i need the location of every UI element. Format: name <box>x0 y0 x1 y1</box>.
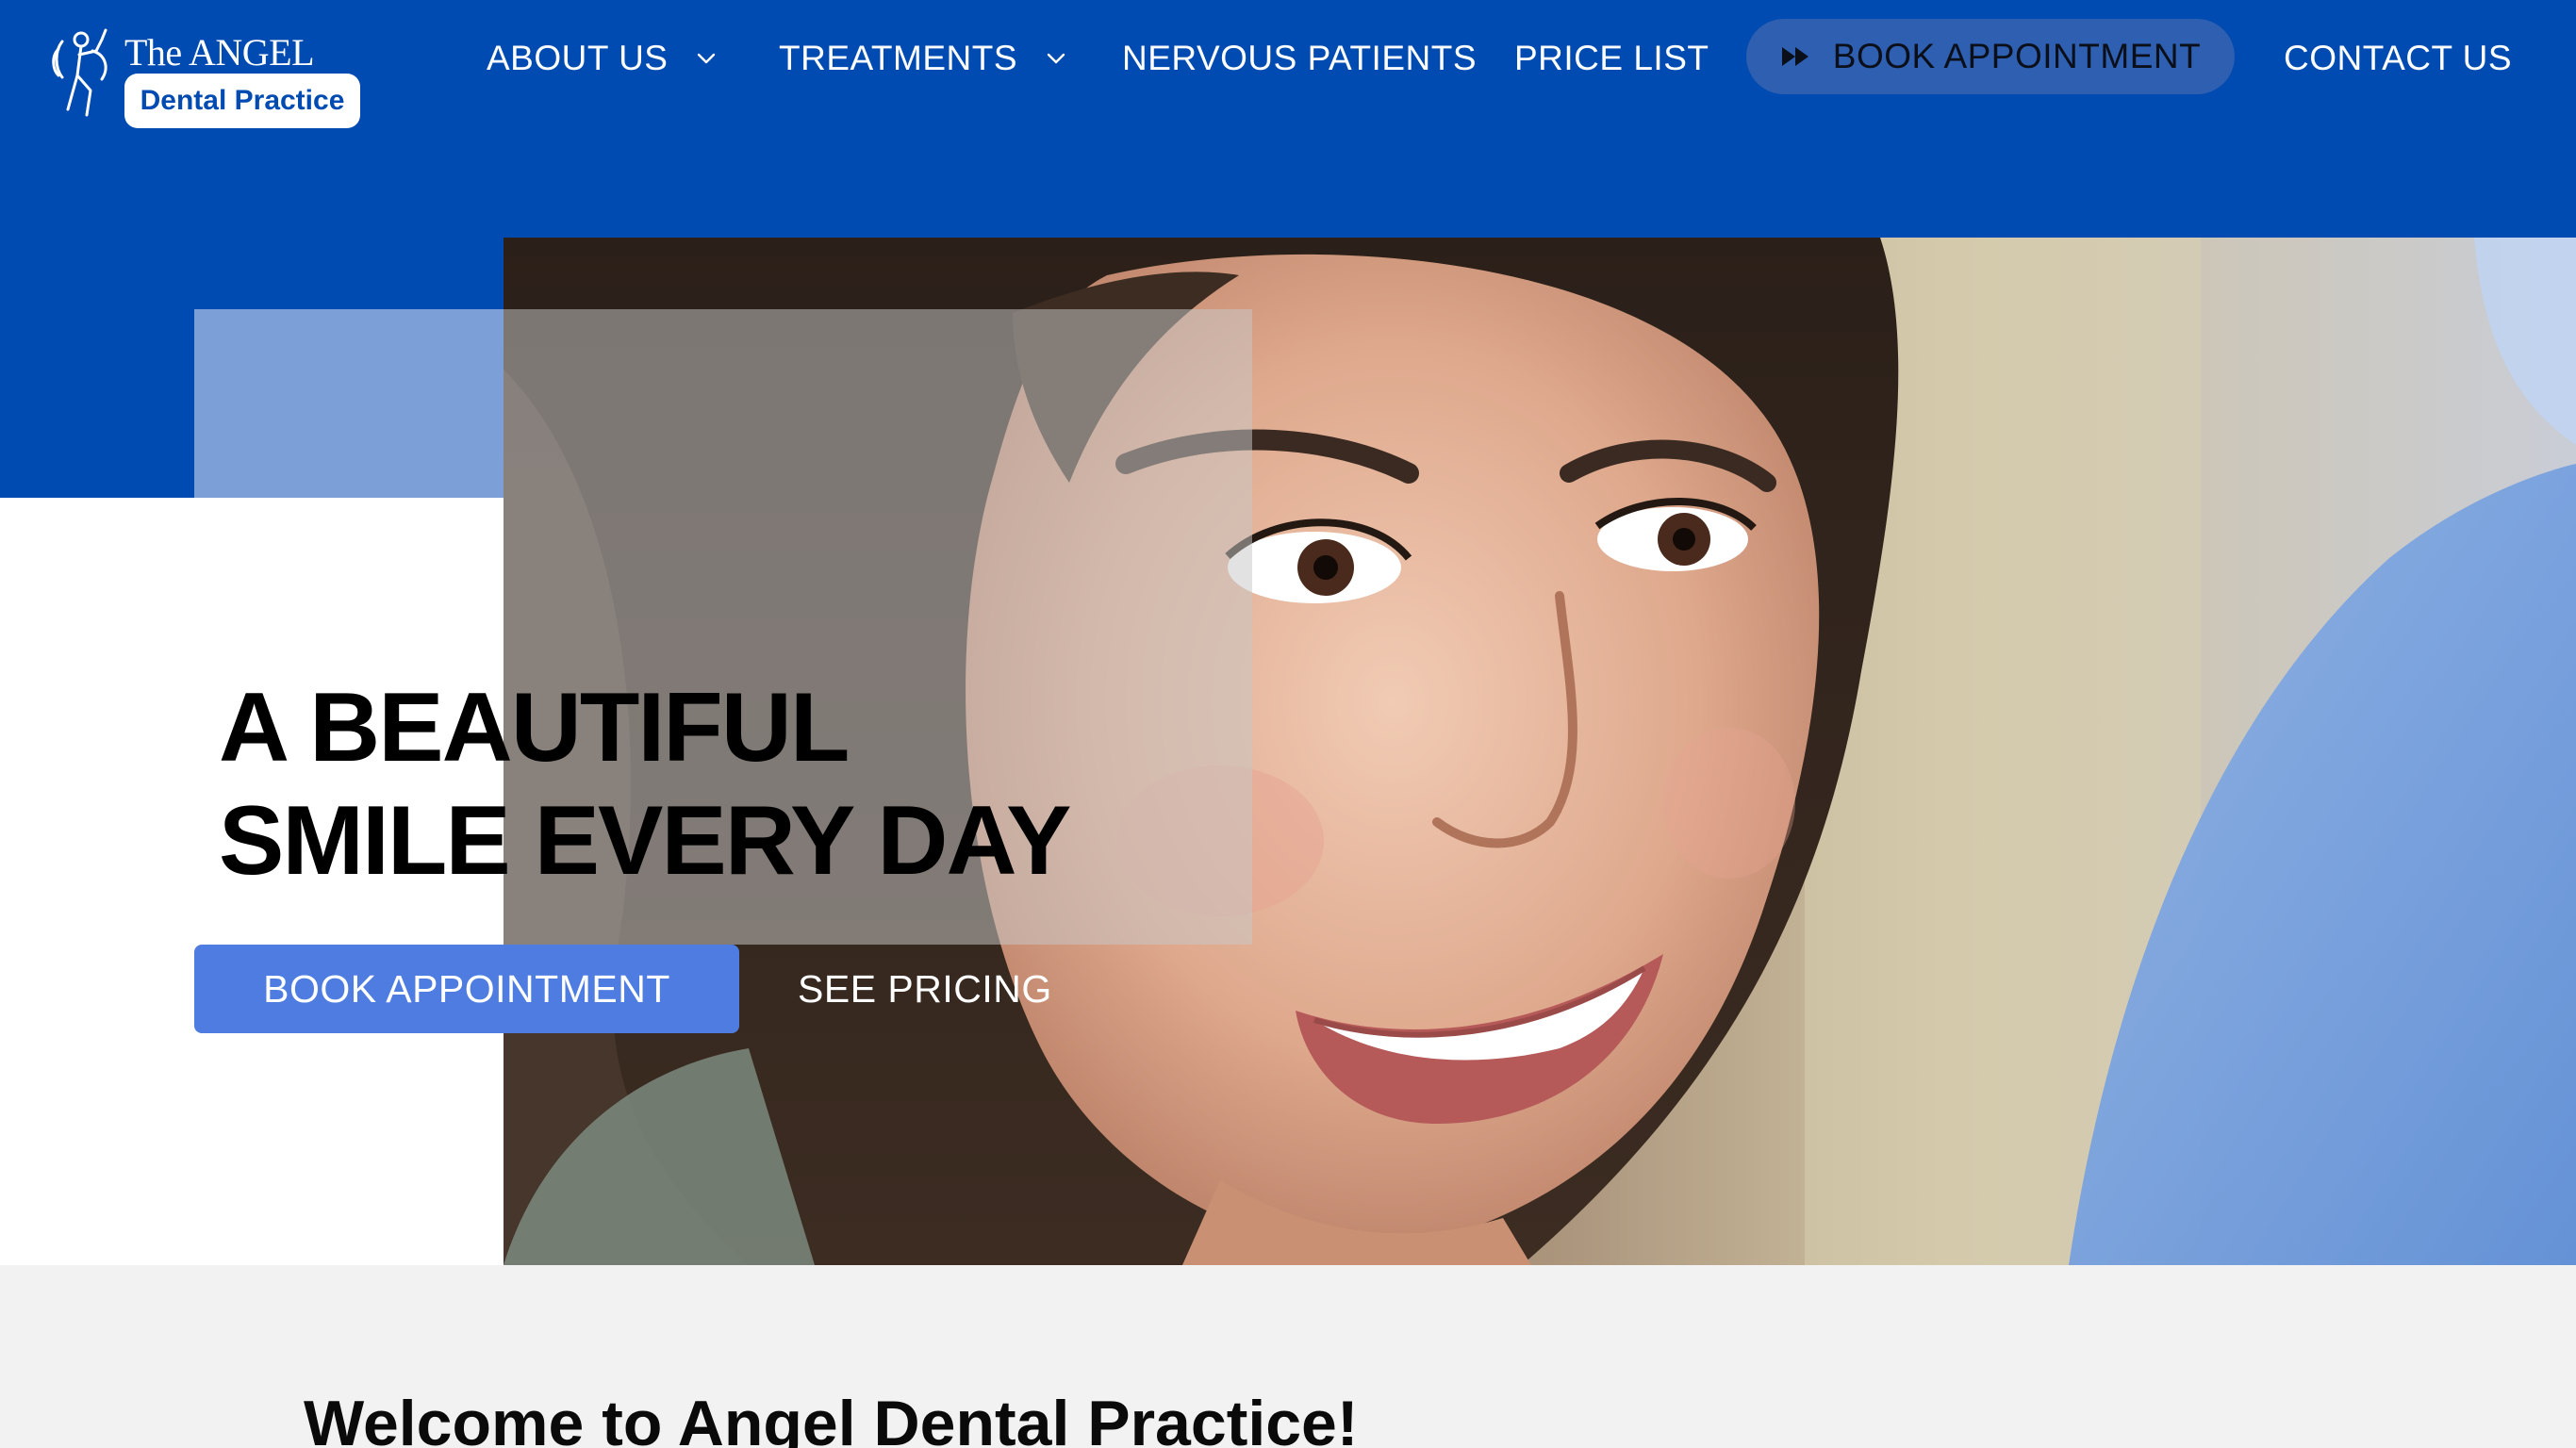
nav-book-appointment-label: BOOK APPOINTMENT <box>1832 37 2202 75</box>
chevron-down-icon <box>1047 53 1065 64</box>
nav-price-list[interactable]: PRICE LIST <box>1514 0 1709 117</box>
welcome-title: Welcome to Angel Dental Practice! <box>304 1388 1359 1448</box>
chevron-down-icon <box>698 53 716 64</box>
nav-about-us-label: ABOUT US <box>487 39 669 77</box>
nav-price-list-label: PRICE LIST <box>1514 39 1709 77</box>
hero-title: A BEAUTIFUL SMILE EVERY DAY <box>219 671 1256 897</box>
welcome-section: Welcome to Angel Dental Practice! <box>0 1265 2576 1448</box>
hero-accent-block <box>194 309 504 498</box>
hero-see-pricing-button[interactable]: SEE PRICING <box>798 945 1081 1033</box>
nav-contact-us[interactable]: CONTACT US <box>2284 0 2512 117</box>
hero-title-line-2: SMILE EVERY DAY <box>219 786 1071 896</box>
hero-title-line-1: A BEAUTIFUL <box>219 673 850 782</box>
nav-about-us[interactable]: ABOUT US <box>487 0 718 117</box>
nav-book-appointment-button[interactable]: BOOK APPOINTMENT <box>1746 19 2235 94</box>
nav-treatments[interactable]: TREATMENTS <box>779 0 1068 117</box>
hero-book-appointment-button[interactable]: BOOK APPOINTMENT <box>194 945 739 1033</box>
logo-subtitle: Dental Practice <box>124 74 360 128</box>
angel-logo-icon <box>52 28 107 117</box>
logo-title: The ANGEL <box>124 31 315 74</box>
nav-nervous-patients-label: NERVOUS PATIENTS <box>1122 39 1478 77</box>
nav-nervous-patients[interactable]: NERVOUS PATIENTS <box>1122 0 1477 117</box>
site-logo[interactable]: The ANGEL Dental Practice <box>49 23 360 128</box>
fast-forward-icon <box>1781 47 1808 66</box>
nav-contact-us-label: CONTACT US <box>2284 39 2513 77</box>
nav-treatments-label: TREATMENTS <box>779 39 1018 77</box>
